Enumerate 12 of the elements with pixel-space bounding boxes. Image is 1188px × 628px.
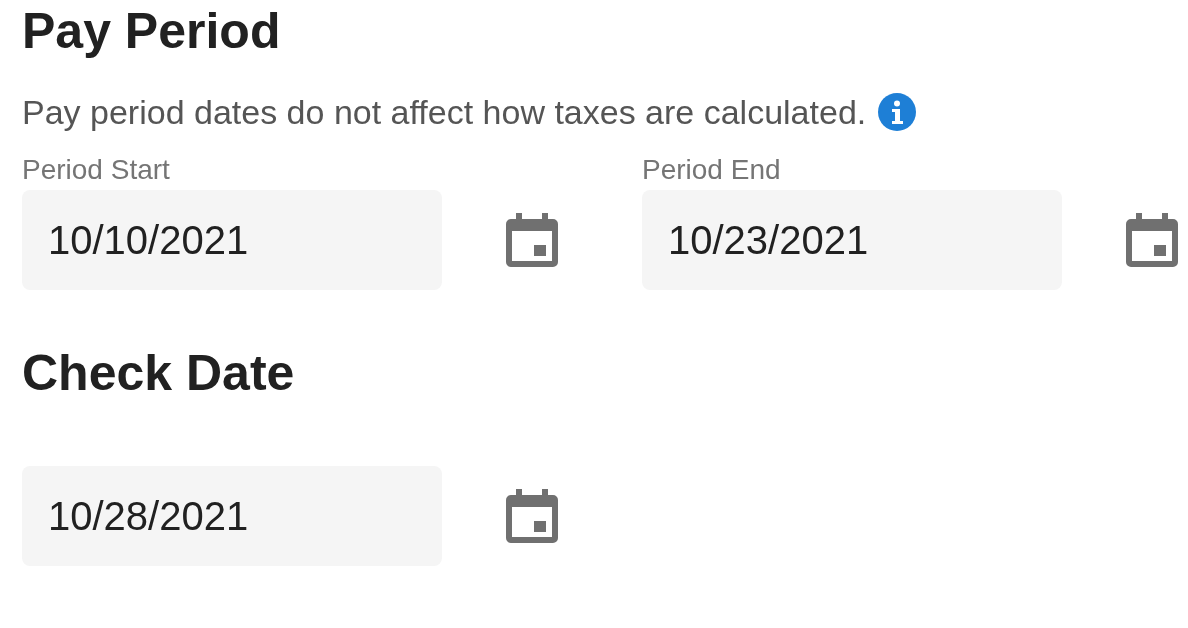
field-label: Period End [642,153,782,187]
date-field[interactable]: 10/23/2021 [642,190,1062,290]
info-icon[interactable] [878,93,917,131]
field-label: Period Start [22,153,171,187]
calendar-icon[interactable] [506,489,558,543]
date-field[interactable]: 10/10/2021 [22,190,442,290]
date-field[interactable]: 10/28/2021 [22,466,442,566]
section-title: Check Date [22,344,296,403]
calendar-icon[interactable] [1126,213,1178,267]
note-text: Pay period dates do not affect how taxes are calculated. [22,92,867,133]
section-title: Pay Period [22,2,282,61]
calendar-icon[interactable] [506,213,558,267]
